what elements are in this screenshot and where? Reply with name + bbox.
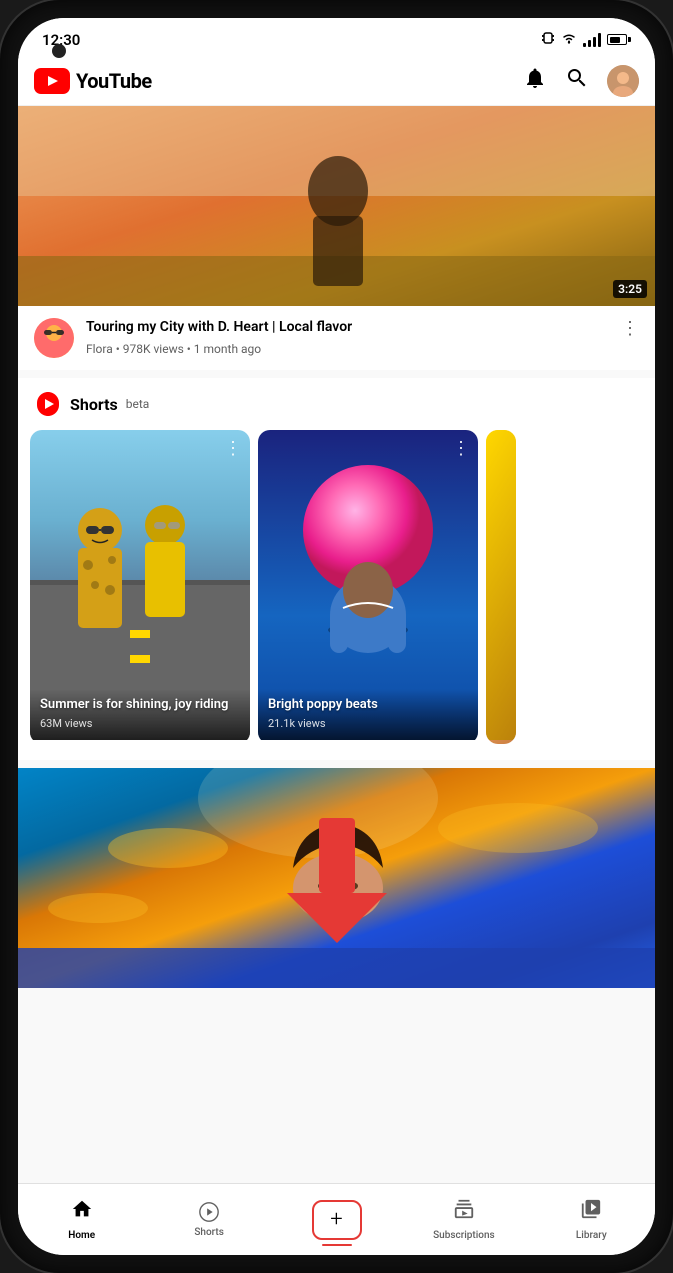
bottom-nav: Home Shorts + — [18, 1183, 655, 1255]
shorts-beta: beta — [126, 397, 150, 411]
shorts-scroll[interactable]: ⋮ Summer is for shining, joy riding 63M … — [18, 430, 655, 744]
subscriptions-icon — [453, 1198, 475, 1226]
short-1-more-icon[interactable]: ⋮ — [224, 438, 242, 459]
short-2-more-icon[interactable]: ⋮ — [452, 438, 470, 459]
short-1-views: 63M views — [40, 717, 240, 730]
short-thumb-1: ⋮ Summer is for shining, joy riding 63M … — [30, 430, 250, 740]
nav-library-label: Library — [576, 1230, 607, 1241]
youtube-logo-icon — [34, 68, 70, 94]
notification-icon[interactable] — [523, 66, 547, 96]
short-1-info: Summer is for shining, joy riding 63M vi… — [30, 689, 250, 740]
avatar[interactable] — [607, 65, 639, 97]
red-arrow-svg — [277, 808, 397, 948]
short-thumb-3 — [486, 430, 516, 744]
shorts-title: Shorts — [70, 395, 118, 414]
app-header: YouTube — [18, 57, 655, 106]
youtube-logo-text: YouTube — [76, 69, 152, 93]
phone-frame: 12:30 — [0, 0, 673, 1273]
logo-area: YouTube — [34, 68, 152, 94]
short-2-caption: Bright poppy beats — [268, 697, 468, 714]
nav-item-home[interactable]: Home — [18, 1184, 145, 1255]
nav-item-subscriptions[interactable]: Subscriptions — [400, 1184, 527, 1255]
signal-icon — [583, 33, 601, 47]
library-icon — [580, 1198, 602, 1226]
shorts-nav-icon — [198, 1201, 220, 1223]
shorts-header: Shorts beta — [18, 390, 655, 430]
status-bar: 12:30 — [18, 18, 655, 57]
short-thumb-2: ⋮ Bright poppy beats 21.1k views — [258, 430, 478, 740]
search-icon[interactable] — [565, 66, 589, 96]
shorts-section: Shorts beta — [18, 378, 655, 760]
nav-item-library[interactable]: Library — [528, 1184, 655, 1255]
arrow-overlay — [18, 768, 655, 988]
shorts-logo-icon — [34, 390, 62, 418]
phone-screen: 12:30 — [18, 18, 655, 1255]
featured-video-thumbnail[interactable]: 3:25 — [18, 106, 655, 306]
video-info: Touring my City with D. Heart | Local fl… — [18, 306, 655, 370]
plus-icon: + — [330, 1209, 342, 1231]
short-2-views: 21.1k views — [268, 717, 468, 730]
camera-notch — [52, 44, 66, 58]
create-button[interactable]: + — [312, 1200, 362, 1240]
short-card-2[interactable]: ⋮ Bright poppy beats 21.1k views — [258, 430, 478, 744]
video-duration: 3:25 — [613, 280, 647, 298]
video-meta: Touring my City with D. Heart | Local fl… — [86, 318, 609, 356]
nav-item-shorts[interactable]: Shorts — [145, 1184, 272, 1255]
header-actions — [523, 65, 639, 97]
status-icons — [541, 30, 631, 49]
nav-shorts-label: Shorts — [194, 1227, 224, 1238]
nav-item-create[interactable]: + — [273, 1184, 400, 1255]
short-2-info: Bright poppy beats 21.1k views — [258, 689, 478, 740]
home-icon — [71, 1198, 93, 1226]
short-card-1[interactable]: ⋮ Summer is for shining, joy riding 63M … — [30, 430, 250, 744]
battery-icon — [607, 34, 631, 45]
video-title: Touring my City with D. Heart | Local fl… — [86, 318, 609, 338]
short-card-3[interactable] — [486, 430, 516, 744]
video-more-icon[interactable]: ⋮ — [621, 318, 639, 339]
nav-subs-label: Subscriptions — [433, 1230, 495, 1241]
next-video-section[interactable] — [18, 768, 655, 988]
thumbnail-bg — [18, 106, 655, 306]
vibrate-icon — [541, 31, 555, 49]
short-1-caption: Summer is for shining, joy riding — [40, 697, 240, 714]
wifi-icon — [561, 30, 577, 49]
video-subtitle: Flora • 978K views • 1 month ago — [86, 342, 609, 356]
nav-home-label: Home — [68, 1230, 95, 1241]
channel-avatar[interactable] — [34, 318, 74, 358]
content-area[interactable]: 3:25 Touring my City with D. Heart | Loc — [18, 106, 655, 1183]
